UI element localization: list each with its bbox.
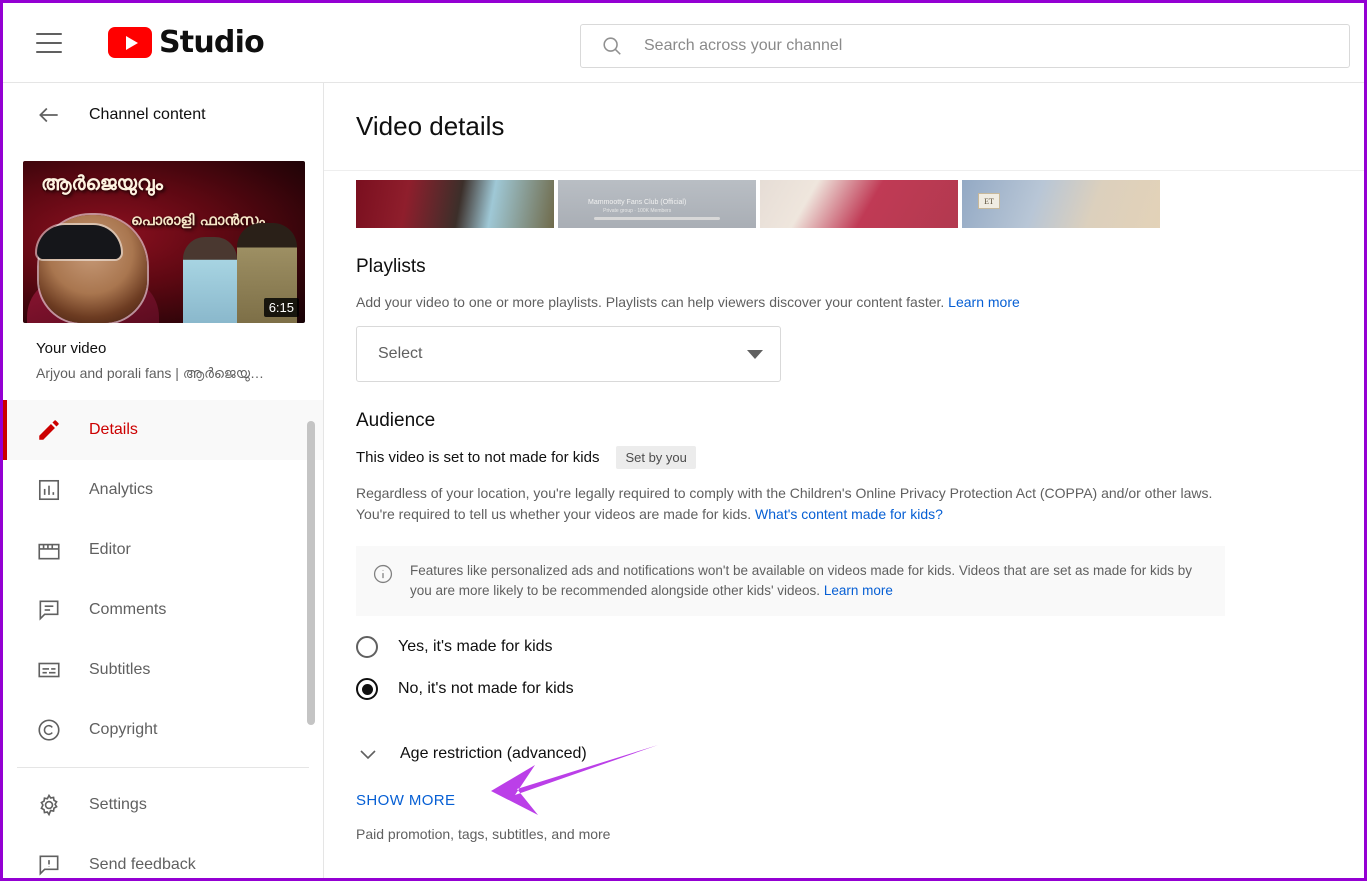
pencil-icon: [39, 420, 59, 440]
et-badge: ET: [978, 193, 1000, 209]
playlists-description: Add your video to one or more playlists.…: [356, 292, 1364, 312]
chevron-down-icon: [360, 750, 376, 760]
content-made-for-kids-link[interactable]: What's content made for kids?: [755, 506, 943, 522]
search-placeholder: Search across your channel: [644, 37, 843, 54]
thumbnail-option-1[interactable]: [356, 180, 554, 228]
sidebar-item-label: Copyright: [89, 721, 158, 738]
playlists-heading: Playlists: [356, 256, 426, 277]
sidebar-item-label: Editor: [89, 541, 131, 558]
sidebar-item-label: Settings: [89, 796, 147, 813]
hamburger-menu-icon[interactable]: [36, 32, 62, 53]
sidebar-item-comments[interactable]: Comments: [3, 580, 323, 640]
sidebar: Channel content ആർജെയുവും പൊരാളി ഫാൻസും …: [3, 83, 324, 878]
thumbnail-option-4[interactable]: ET: [962, 180, 1160, 228]
thumbnail-person-cap: [37, 225, 121, 259]
sidebar-item-label: Comments: [89, 601, 167, 618]
copyright-icon: [38, 719, 60, 741]
search-input[interactable]: Search across your channel: [580, 24, 1350, 68]
back-label: Channel content: [89, 106, 206, 123]
sidebar-item-label: Subtitles: [89, 661, 151, 678]
status-badge: Set by you: [616, 446, 696, 470]
thumbnail-option-2-subcaption: Private group · 100K Members: [603, 207, 672, 214]
thumbnail-title-line1: ആർജെയുവും: [41, 171, 163, 195]
age-restriction-label: Age restriction (advanced): [400, 745, 587, 763]
thumbnail-option-2-caption: Mammootty Fans Club (Official): [588, 199, 687, 207]
age-restriction-toggle[interactable]: Age restriction (advanced): [356, 742, 1364, 766]
radio-label: Yes, it's made for kids: [398, 638, 553, 656]
sidebar-item-analytics[interactable]: Analytics: [3, 460, 323, 520]
playlist-select-dropdown[interactable]: Select: [356, 326, 781, 383]
sidebar-nav: Details Analytics Editor Comments Subtit…: [3, 400, 323, 878]
radio-label: No, it's not made for kids: [398, 680, 574, 698]
radio-made-for-kids-yes[interactable]: Yes, it's made for kids: [356, 636, 1364, 659]
youtube-studio-logo[interactable]: Studio: [108, 25, 265, 60]
back-to-channel-content[interactable]: Channel content: [3, 83, 323, 147]
playlist-select-value: Select: [378, 345, 423, 363]
info-notice-box: Features like personalized ads and notif…: [356, 545, 1225, 617]
radio-circle-selected-icon: [356, 678, 378, 701]
sidebar-item-label: Send feedback: [89, 856, 196, 873]
radio-made-for-kids-no[interactable]: No, it's not made for kids: [356, 678, 1364, 701]
sidebar-item-editor[interactable]: Editor: [3, 520, 323, 580]
thumbnail-title-line2: പൊരാളി ഫാൻസും: [131, 211, 265, 229]
audience-legal-text: Regardless of your location, you're lega…: [356, 483, 1221, 524]
thumbnail-person-2: [183, 237, 237, 323]
search-icon: [603, 37, 621, 55]
info-notice-text: Features like personalized ads and notif…: [410, 561, 1207, 602]
video-duration-badge: 6:15: [263, 298, 299, 317]
sidebar-item-details[interactable]: Details: [3, 400, 323, 460]
back-arrow-icon: [39, 107, 58, 123]
audience-status-text: This video is set to not made for kids: [356, 449, 600, 467]
page-title: Video details: [356, 111, 505, 141]
show-more-subtext: Paid promotion, tags, subtitles, and mor…: [356, 826, 611, 843]
sidebar-item-copyright[interactable]: Copyright: [3, 700, 323, 760]
sidebar-scrollbar[interactable]: [307, 421, 315, 725]
clapperboard-icon: [38, 543, 60, 560]
show-more-button[interactable]: SHOW MORE: [356, 792, 455, 809]
youtube-logo-icon: [108, 27, 152, 58]
video-title: Arjyou and porali fans | ആർജെയു…: [36, 365, 265, 381]
thumbnail-strip: Mammootty Fans Club (Official) Private g…: [356, 180, 1364, 228]
sidebar-item-label: Analytics: [89, 481, 154, 498]
sidebar-divider: [17, 767, 309, 768]
info-learn-more-link[interactable]: Learn more: [824, 583, 893, 598]
details-form: Mammootty Fans Club (Official) Private g…: [324, 180, 1364, 842]
sidebar-item-send-feedback[interactable]: Send feedback: [3, 835, 323, 878]
gear-icon: [40, 793, 58, 817]
comment-icon: [39, 600, 59, 621]
audience-heading: Audience: [356, 410, 436, 432]
logo-text: Studio: [159, 25, 265, 60]
playlists-description-text: Add your video to one or more playlists.…: [356, 294, 945, 310]
browser-frame: Studio Search across your channel Channe…: [0, 0, 1367, 881]
subtitles-icon: [38, 662, 60, 678]
info-circle-icon: [373, 564, 393, 583]
audience-status-row: This video is set to not made for kids S…: [356, 446, 1364, 470]
thumbnail-option-2[interactable]: Mammootty Fans Club (Official) Private g…: [558, 180, 756, 228]
sidebar-item-label: Details: [89, 421, 138, 438]
bar-chart-icon: [38, 479, 60, 501]
video-thumbnail[interactable]: ആർജെയുവും പൊരാളി ഫാൻസും 6:15: [23, 161, 305, 323]
sidebar-item-subtitles[interactable]: Subtitles: [3, 640, 323, 700]
main-content: Video details Mammootty Fans Club (Offic…: [324, 83, 1364, 878]
thumbnail-option-2-bar: [593, 217, 721, 220]
thumbnail-option-3[interactable]: [760, 180, 958, 228]
sidebar-item-settings[interactable]: Settings: [3, 775, 323, 835]
page-header: Video details: [324, 83, 1364, 171]
top-bar: Studio Search across your channel: [3, 3, 1364, 83]
info-notice-body: Features like personalized ads and notif…: [410, 562, 1193, 599]
playlists-learn-more-link[interactable]: Learn more: [948, 294, 1020, 310]
radio-circle-icon: [356, 636, 378, 659]
feedback-icon: [39, 855, 59, 876]
chevron-down-icon: [747, 349, 763, 359]
your-video-label: Your video: [36, 340, 107, 357]
